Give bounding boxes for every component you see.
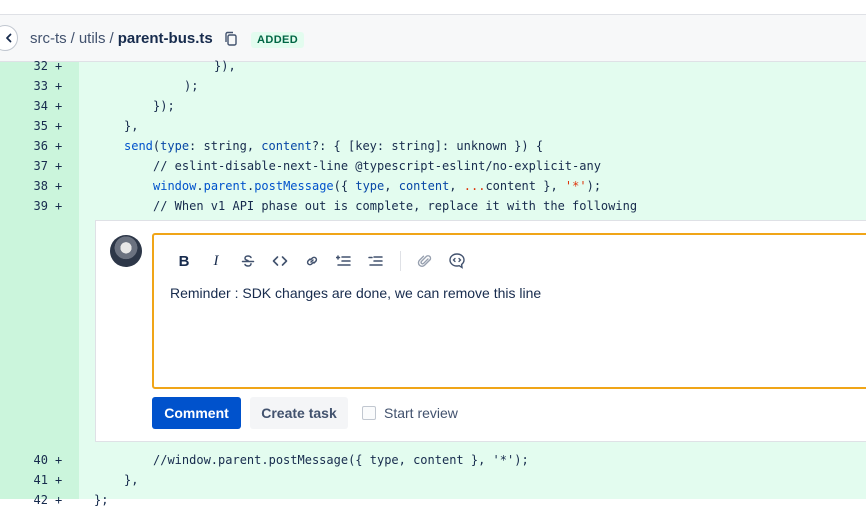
code-text: }, bbox=[124, 473, 139, 487]
status-badge: ADDED bbox=[251, 32, 305, 48]
added-marker: + bbox=[55, 139, 63, 153]
file-name: parent-bus.ts bbox=[117, 30, 213, 47]
code-text: //window.parent.postMessage({ type, cont… bbox=[153, 453, 529, 467]
line-number[interactable]: 42 bbox=[0, 490, 48, 510]
code-segment: parent bbox=[203, 179, 247, 193]
code-text: }; bbox=[94, 493, 109, 507]
diff-view: 32 + }), 33 + ); 34 + }); 35 + }, 36 + s… bbox=[0, 59, 866, 507]
added-marker: + bbox=[55, 199, 63, 213]
strikethrough-icon[interactable] bbox=[232, 249, 264, 273]
italic-icon[interactable]: I bbox=[200, 249, 232, 273]
code-segment: ); bbox=[586, 179, 602, 193]
diff-line: 33 + ); bbox=[0, 76, 866, 96]
code-text: send(type: string, content?: { [key: str… bbox=[124, 139, 544, 153]
toolbar-divider bbox=[400, 251, 401, 271]
diff-line: 42 + }; bbox=[0, 490, 866, 510]
diff-line: 38 + window.parent.postMessage({ type, c… bbox=[0, 176, 866, 196]
code-segment: . bbox=[196, 179, 204, 193]
avatar[interactable] bbox=[110, 235, 142, 267]
file-path: src-ts / utils / parent-bus.ts bbox=[30, 30, 213, 47]
code-text: window.parent.postMessage({ type, conten… bbox=[153, 176, 601, 196]
string-literal: '*' bbox=[564, 179, 587, 193]
code-segment: ... bbox=[463, 179, 486, 193]
code-text: }, bbox=[124, 119, 139, 133]
code-segment: postMessage bbox=[254, 179, 334, 193]
code-segment: : string, bbox=[189, 139, 262, 153]
inline-comment-box: B I Reminder: SDK changes are done, we … bbox=[95, 220, 866, 442]
code-segment: content }, bbox=[485, 179, 565, 193]
line-number[interactable]: 36 bbox=[0, 136, 48, 156]
added-marker: + bbox=[55, 179, 63, 193]
attachment-icon[interactable] bbox=[409, 249, 441, 273]
line-number[interactable]: 35 bbox=[0, 116, 48, 136]
diff-line: 36 + send(type: string, content?: { [key… bbox=[0, 136, 866, 156]
added-marker: + bbox=[55, 99, 63, 113]
param-type: type bbox=[160, 139, 190, 153]
code-comment: // eslint-disable-next-line @typescript-… bbox=[153, 159, 601, 173]
code-segment: window bbox=[153, 179, 197, 193]
function-name: send bbox=[124, 139, 153, 153]
bold-icon[interactable]: B bbox=[168, 249, 200, 273]
diff-line: 32 + }), bbox=[0, 56, 866, 76]
code-segment: ?: { [key: string]: unknown }) { bbox=[311, 139, 544, 153]
file-header: src-ts / utils / parent-bus.ts ADDED bbox=[0, 14, 866, 62]
comment-editor[interactable]: B I Reminder: SDK changes are done, we … bbox=[152, 233, 866, 389]
line-number[interactable]: 40 bbox=[0, 450, 48, 470]
editor-toolbar: B I bbox=[168, 249, 473, 273]
path-segment-utils[interactable]: utils bbox=[79, 30, 106, 47]
path-separator: / bbox=[70, 30, 75, 47]
diff-line: 35 + }, bbox=[0, 116, 866, 136]
added-marker: + bbox=[55, 119, 63, 133]
create-task-button[interactable]: Create task bbox=[250, 397, 348, 429]
line-number[interactable]: 32 bbox=[0, 56, 48, 76]
copy-icon[interactable] bbox=[224, 31, 238, 47]
code-segment: ({ bbox=[333, 179, 356, 193]
code-icon[interactable] bbox=[264, 249, 296, 273]
added-marker: + bbox=[55, 453, 63, 467]
diff-line: 41 + }, bbox=[0, 470, 866, 490]
diff-line: 34 + }); bbox=[0, 96, 866, 116]
param-content: content bbox=[261, 139, 312, 153]
path-segment-src[interactable]: src-ts bbox=[30, 30, 67, 47]
diff-line: 37 + // eslint-disable-next-line @typesc… bbox=[0, 156, 866, 176]
path-separator: / bbox=[109, 30, 114, 47]
code-segment: , bbox=[449, 179, 464, 193]
mention-icon[interactable] bbox=[441, 249, 473, 273]
comment-text[interactable]: Reminder : SDK changes are done, we can … bbox=[170, 285, 541, 301]
comment-submit-button[interactable]: Comment bbox=[152, 397, 241, 429]
numbered-list-icon[interactable] bbox=[360, 249, 392, 273]
bulleted-list-icon[interactable] bbox=[328, 249, 360, 273]
link-icon[interactable] bbox=[296, 249, 328, 273]
code-text: }), bbox=[214, 59, 236, 73]
code-comment: // When v1 API phase out is complete, re… bbox=[153, 199, 638, 213]
line-number[interactable]: 38 bbox=[0, 176, 48, 196]
added-marker: + bbox=[55, 79, 63, 93]
start-review-label[interactable]: Start review bbox=[384, 405, 458, 421]
added-marker: + bbox=[55, 473, 63, 487]
line-number[interactable]: 37 bbox=[0, 156, 48, 176]
line-number[interactable]: 39 bbox=[0, 196, 48, 216]
code-text: ); bbox=[184, 79, 199, 93]
diff-line: 40 + //window.parent.postMessage({ type,… bbox=[0, 450, 866, 470]
code-segment: type bbox=[355, 179, 385, 193]
start-review-checkbox[interactable] bbox=[362, 406, 376, 420]
added-marker: + bbox=[55, 159, 63, 173]
added-marker: + bbox=[55, 493, 63, 507]
chevron-left-icon bbox=[6, 33, 12, 43]
added-marker: + bbox=[55, 59, 63, 73]
collapse-button[interactable] bbox=[0, 25, 18, 51]
code-text: }); bbox=[153, 99, 175, 113]
line-number[interactable]: 34 bbox=[0, 96, 48, 116]
code-segment: , bbox=[384, 179, 399, 193]
line-number[interactable]: 41 bbox=[0, 470, 48, 490]
line-number[interactable]: 33 bbox=[0, 76, 48, 96]
diff-line: 39 + // When v1 API phase out is complet… bbox=[0, 196, 866, 216]
code-segment: content bbox=[398, 179, 450, 193]
